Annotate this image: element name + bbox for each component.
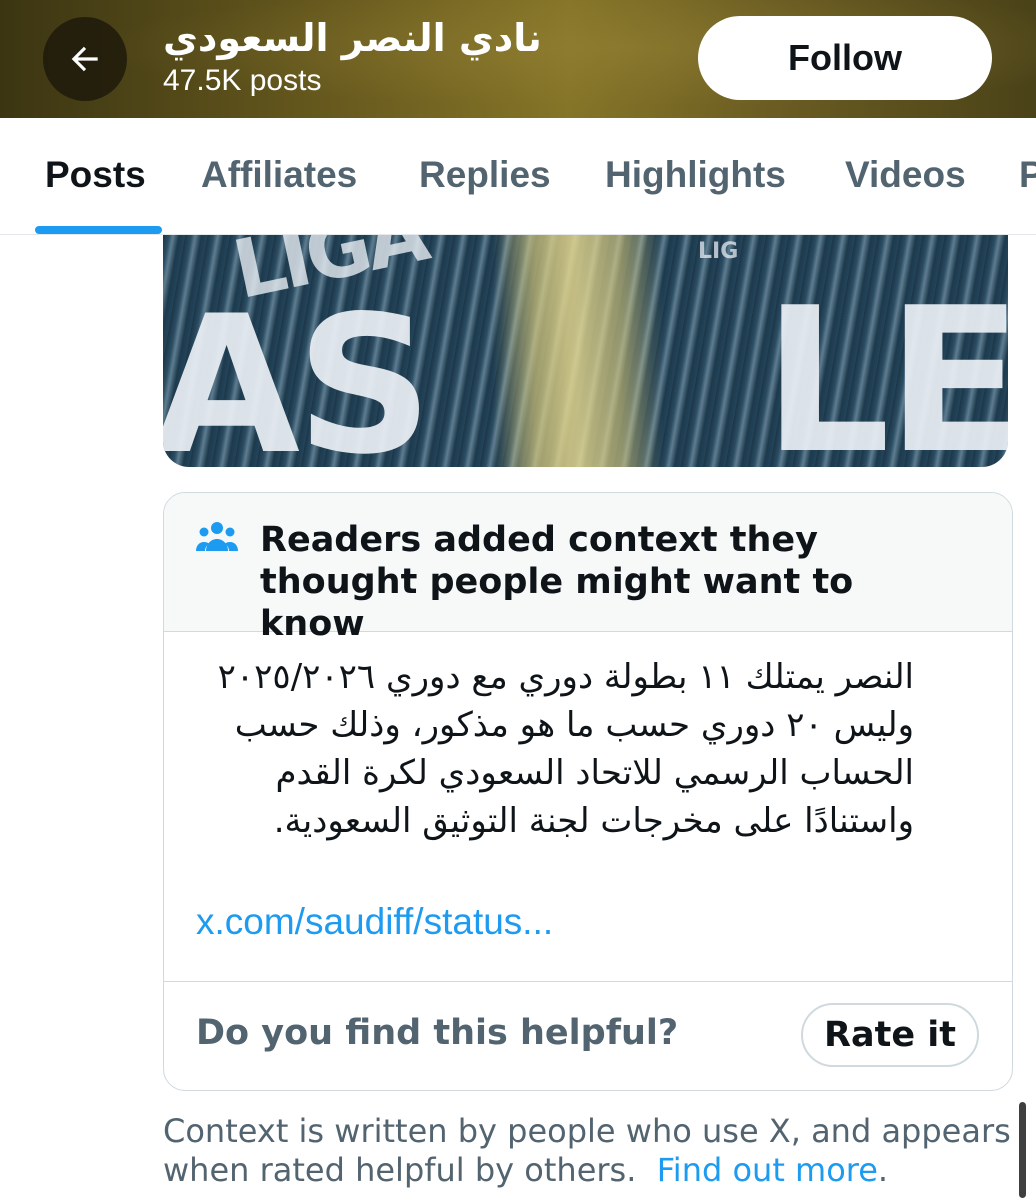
find-out-more-link[interactable]: Find out more — [657, 1151, 878, 1189]
note-header: Readers added context they thought peopl… — [164, 493, 1012, 644]
note-body-line: واستنادًا على مخرجات لجنة التوثيق السعود… — [273, 801, 914, 841]
scrollbar[interactable] — [1019, 1102, 1026, 1198]
arrow-left-icon — [71, 46, 98, 72]
note-body-line: الحساب الرسمي للاتحاد السعودي لكرة القدم — [275, 753, 914, 793]
helpful-question: Do you find this helpful? — [196, 1013, 679, 1053]
tab-highlights[interactable]: Highlights — [605, 154, 786, 196]
divider — [164, 981, 1012, 982]
note-source-link[interactable]: x.com/saudiff/status... — [196, 901, 553, 943]
profile-header: نادي النصر السعودي 47.5K posts Follow — [0, 0, 1036, 118]
people-icon — [196, 522, 238, 551]
back-button[interactable] — [43, 17, 127, 101]
post-count: 47.5K posts — [163, 64, 322, 97]
note-title: Readers added context they thought peopl… — [260, 520, 854, 644]
note-body: النصر يمتلك ١١ بطولة دوري مع دوري ٢٠٢٥/٢… — [196, 653, 914, 845]
media-text-small: LIG — [698, 239, 739, 264]
tab-affiliates[interactable]: Affiliates — [201, 154, 357, 196]
rate-it-button[interactable]: Rate it — [801, 1003, 979, 1067]
post-media-image[interactable]: AS LIGA LIG LE — [163, 235, 1008, 467]
follow-button[interactable]: Follow — [698, 16, 992, 100]
tab-videos[interactable]: Videos — [845, 154, 966, 196]
note-body-line: النصر يمتلك ١١ بطولة دوري مع دوري ٢٠٢٥/٢… — [217, 657, 914, 697]
community-note: Readers added context they thought peopl… — [163, 492, 1013, 1091]
note-body-line: وليس ٢٠ دوري حسب ما هو مذكور، وذلك حسب — [234, 705, 914, 745]
tab-replies[interactable]: Replies — [419, 154, 551, 196]
account-name: نادي النصر السعودي — [163, 16, 542, 60]
disclaimer-suffix: . — [877, 1151, 889, 1189]
media-light-streak — [493, 235, 663, 467]
active-tab-indicator — [35, 226, 162, 234]
context-disclaimer: Context is written by people who use X, … — [163, 1112, 1013, 1190]
tab-posts[interactable]: Posts — [45, 154, 146, 196]
media-text-right: LE — [763, 265, 1008, 467]
tab-partial[interactable]: P — [1019, 154, 1036, 196]
profile-tabs: Posts Affiliates Replies Highlights Vide… — [0, 118, 1036, 235]
